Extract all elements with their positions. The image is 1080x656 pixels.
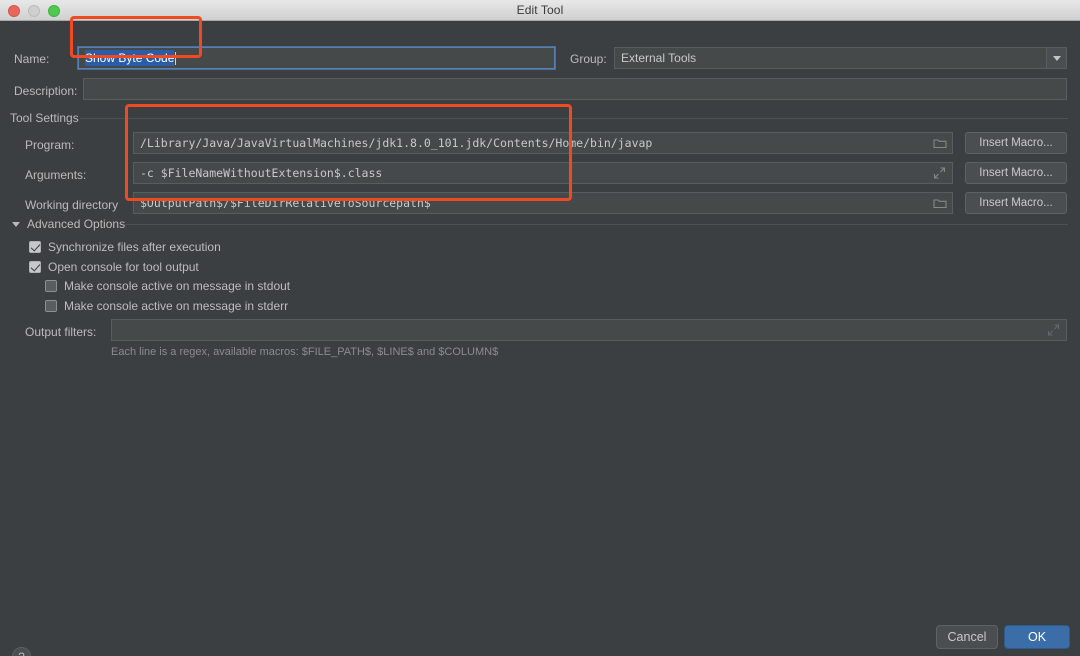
checkbox-box [45, 300, 57, 312]
arguments-input[interactable]: -c $FileNameWithoutExtension$.class [133, 162, 953, 184]
window-title: Edit Tool [517, 3, 564, 17]
working-directory-input[interactable]: $OutputPath$/$FileDirRelativeToSourcepat… [133, 192, 953, 214]
checkbox-open-console[interactable]: Open console for tool output [29, 260, 199, 274]
working-directory-value: $OutputPath$/$FileDirRelativeToSourcepat… [140, 196, 431, 210]
zoom-button[interactable] [48, 5, 60, 17]
window-titlebar: Edit Tool [0, 0, 1080, 21]
output-filters-hint: Each line is a regex, available macros: … [111, 346, 498, 358]
insert-macro-button-program[interactable]: Insert Macro... [965, 132, 1067, 154]
checkbox-label: Synchronize files after execution [48, 240, 221, 254]
edit-tool-dialog: Edit Tool Name: Show Byte Code Group: Ex… [0, 0, 1080, 656]
working-directory-label: Working directory [25, 198, 118, 212]
chevron-down-icon[interactable] [1046, 48, 1066, 68]
minimize-button[interactable] [28, 5, 40, 17]
arguments-label: Arguments: [25, 168, 86, 182]
advanced-options-toggle[interactable]: Advanced Options [12, 217, 125, 231]
tool-settings-separator [80, 118, 1068, 119]
arguments-value: -c $FileNameWithoutExtension$.class [140, 166, 382, 180]
description-input[interactable] [83, 78, 1067, 100]
dialog-body: Name: Show Byte Code Group: External Too… [0, 21, 1080, 656]
checkbox-box [29, 241, 41, 253]
ok-button[interactable]: OK [1004, 625, 1070, 649]
program-input[interactable]: /Library/Java/JavaVirtualMachines/jdk1.8… [133, 132, 953, 154]
close-button[interactable] [8, 5, 20, 17]
description-label: Description: [14, 84, 77, 98]
name-input[interactable]: Show Byte Code [78, 47, 555, 69]
group-value: External Tools [621, 51, 696, 65]
group-combobox[interactable]: External Tools [614, 47, 1067, 69]
output-filters-label: Output filters: [25, 325, 96, 339]
insert-macro-button-working-directory[interactable]: Insert Macro... [965, 192, 1067, 214]
advanced-options-separator [124, 224, 1068, 225]
checkbox-console-active-stderr[interactable]: Make console active on message in stderr [45, 299, 288, 313]
checkbox-box [29, 261, 41, 273]
cancel-button[interactable]: Cancel [936, 625, 998, 649]
window-controls [8, 0, 60, 21]
checkbox-console-active-stdout[interactable]: Make console active on message in stdout [45, 279, 290, 293]
help-button[interactable]: ? [12, 647, 31, 656]
folder-icon[interactable] [933, 197, 947, 210]
advanced-options-label: Advanced Options [27, 217, 125, 231]
chevron-down-icon [12, 222, 20, 227]
checkbox-label: Make console active on message in stdout [64, 279, 290, 293]
insert-macro-button-arguments[interactable]: Insert Macro... [965, 162, 1067, 184]
name-label: Name: [14, 52, 49, 66]
checkbox-synchronize-files[interactable]: Synchronize files after execution [29, 240, 221, 254]
program-label: Program: [25, 138, 74, 152]
checkbox-label: Make console active on message in stderr [64, 299, 288, 313]
expand-icon[interactable] [1047, 324, 1061, 337]
expand-icon[interactable] [933, 167, 947, 180]
output-filters-input[interactable] [111, 319, 1067, 341]
tool-settings-section-label: Tool Settings [10, 111, 79, 125]
checkbox-label: Open console for tool output [48, 260, 199, 274]
group-label: Group: [570, 52, 607, 66]
text-caret [175, 52, 176, 65]
program-value: /Library/Java/JavaVirtualMachines/jdk1.8… [140, 136, 652, 150]
name-input-value: Show Byte Code [85, 50, 174, 66]
checkbox-box [45, 280, 57, 292]
folder-icon[interactable] [933, 137, 947, 150]
